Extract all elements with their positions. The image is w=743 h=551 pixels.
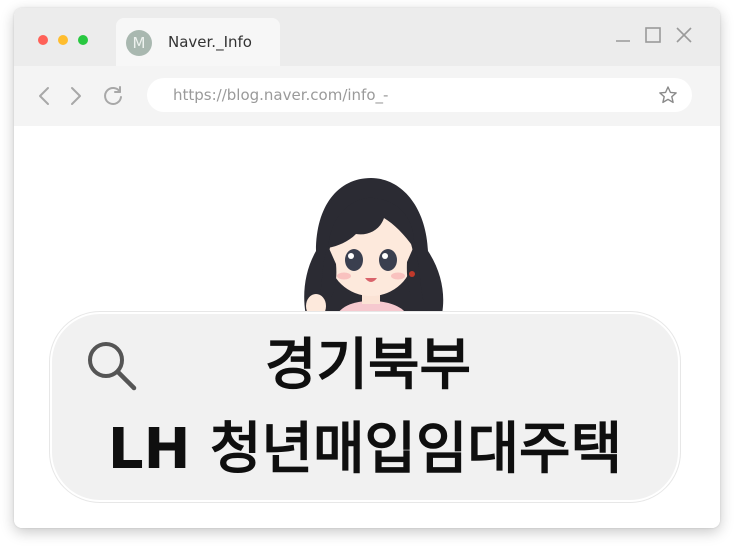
search-banner: 경기북부 LH 청년매입임대주택 [50, 312, 680, 502]
page-content: 경기북부 LH 청년매입임대주택 [14, 126, 720, 528]
minimize-dot[interactable] [58, 35, 68, 45]
maximize-dot[interactable] [78, 35, 88, 45]
bookmark-star-icon[interactable] [658, 85, 678, 105]
address-bar[interactable]: https://blog.naver.com/info_- [147, 78, 692, 112]
minimize-icon[interactable] [614, 26, 632, 44]
forward-icon[interactable] [64, 85, 86, 107]
close-icon[interactable] [675, 26, 693, 44]
navigation-bar: https://blog.naver.com/info_- [14, 66, 720, 126]
reload-icon[interactable] [102, 85, 124, 107]
tab-title: Naver._Info [168, 33, 252, 51]
maximize-icon[interactable] [644, 26, 662, 44]
back-icon[interactable] [34, 85, 56, 107]
title-bar: M Naver._Info [14, 8, 720, 66]
headline-region: 경기북부 [264, 333, 472, 398]
url-text[interactable]: https://blog.naver.com/info_- [173, 86, 388, 104]
browser-tab[interactable]: M Naver._Info [116, 18, 280, 66]
headline-title: LH 청년매입임대주택 [107, 417, 623, 482]
tab-favicon: M [126, 30, 152, 56]
browser-window: M Naver._Info https://blog.naver.com/inf… [14, 8, 720, 528]
close-dot[interactable] [38, 35, 48, 45]
